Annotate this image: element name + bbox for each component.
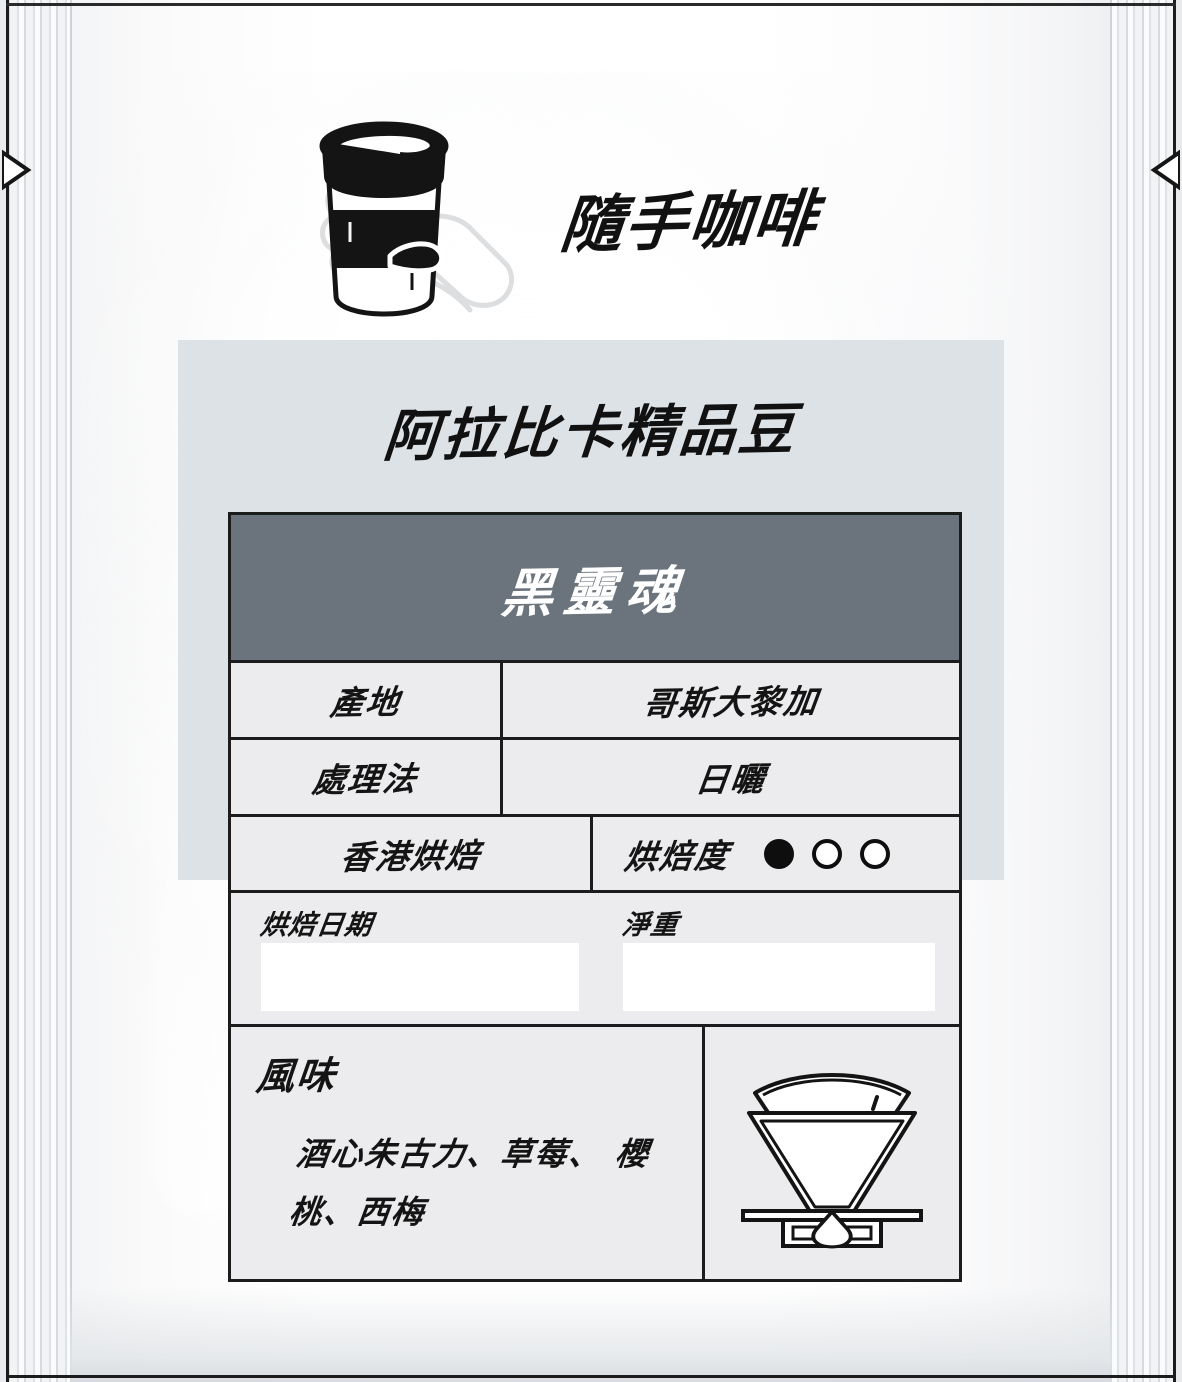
pour-over-dripper-icon	[741, 1072, 923, 1248]
flavour-title: 風味	[254, 1053, 340, 1099]
net-weight-input[interactable]	[623, 943, 935, 1011]
process-label: 處理法	[310, 759, 421, 800]
left-tear-notch-icon	[2, 149, 32, 191]
net-weight-block: 淨重	[595, 893, 959, 1024]
reusable-coffee-cup-in-hand-icon	[319, 121, 515, 317]
brand-name: 隨手咖啡	[557, 182, 822, 262]
table-row-roast: 香港烘焙 烘焙度	[231, 817, 959, 893]
right-seal-inner-line	[1110, 0, 1112, 1382]
roast-level-label: 烘焙度	[622, 835, 733, 877]
table-row-flavour: 風味 酒心朱古力、草莓、 櫻桃、西梅	[231, 1027, 959, 1279]
roast-dot-1-filled	[764, 838, 794, 869]
pouch-top-edge	[6, 3, 1176, 6]
product-name-header: 黑靈魂	[231, 515, 959, 663]
right-seal-edge	[1173, 0, 1176, 1382]
roast-date-input[interactable]	[261, 943, 579, 1011]
table-row-write-in: 烘焙日期 淨重	[231, 893, 959, 1027]
brew-method-cell	[705, 1027, 959, 1279]
flavour-cell: 風味 酒心朱古力、草莓、 櫻桃、西梅	[231, 1027, 705, 1279]
bean-type-subtitle: 阿拉比卡精品豆	[380, 397, 801, 470]
origin-value: 哥斯大黎加	[640, 681, 821, 724]
flavour-notes: 酒心朱古力、草莓、 櫻桃、西梅	[287, 1135, 653, 1231]
left-seal-inner-line	[70, 0, 72, 1382]
product-name: 黑靈魂	[498, 561, 691, 625]
origin-value-cell: 哥斯大黎加	[503, 663, 959, 737]
process-value-cell: 日曬	[503, 740, 959, 814]
table-row-process: 處理法 日曬	[231, 740, 959, 817]
net-weight-label: 淨重	[620, 910, 681, 941]
roast-date-label: 烘焙日期	[258, 910, 375, 941]
spec-table: 黑靈魂 產地 哥斯大黎加 處理法 日曬 香港烘焙 烘焙度 烘焙日期 淨重 風味 …	[228, 512, 962, 1282]
right-tear-notch-icon	[1150, 149, 1180, 191]
origin-label-cell: 產地	[231, 663, 503, 737]
process-label-cell: 處理法	[231, 740, 503, 814]
table-row-origin: 產地 哥斯大黎加	[231, 663, 959, 740]
brand-header: 隨手咖啡	[290, 118, 930, 333]
roast-level-cell: 烘焙度	[593, 817, 959, 890]
roast-origin-cell: 香港烘焙	[231, 817, 593, 890]
roast-dot-3-empty	[860, 838, 890, 869]
pouch-bottom-edge	[6, 1375, 1176, 1378]
roast-level-indicator	[764, 838, 890, 869]
coffee-pouch-package: 隨手咖啡 阿拉比卡精品豆 黑靈魂 產地 哥斯大黎加 處理法 日曬 香港烘焙 烘焙…	[0, 0, 1182, 1382]
roast-dot-2-empty	[812, 838, 842, 869]
roast-origin-label: 香港烘焙	[337, 835, 483, 877]
origin-label: 產地	[327, 682, 403, 723]
roast-date-block: 烘焙日期	[231, 893, 595, 1024]
pouch-bottom-shading	[70, 1286, 1112, 1382]
left-seal-edge	[6, 0, 9, 1382]
process-value: 日曬	[693, 759, 769, 800]
